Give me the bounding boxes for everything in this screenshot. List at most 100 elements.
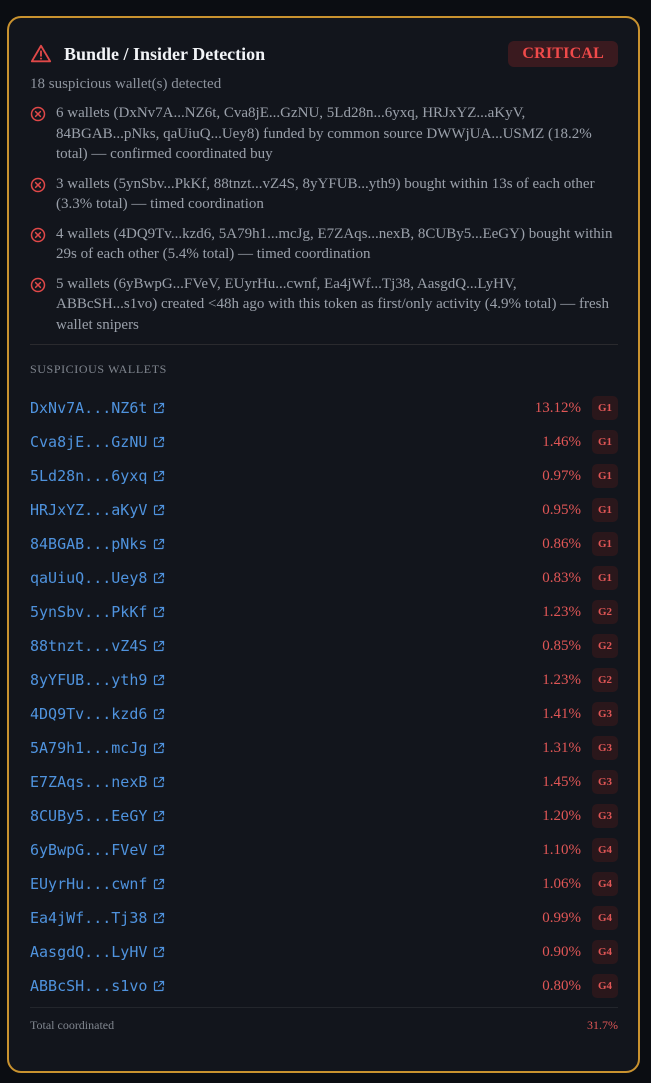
suspicious-count-summary: 18 suspicious wallet(s) detected: [30, 76, 222, 92]
wallet-left: 88tnzt...vZ4S: [30, 637, 542, 655]
wallet-percentage: 1.46%: [542, 433, 581, 450]
severity-badge: CRITICAL: [508, 41, 618, 67]
wallet-percentage: 1.23%: [542, 671, 581, 688]
wallet-address-link[interactable]: EUyrHu...cwnf: [30, 875, 147, 893]
x-circle-icon: [30, 106, 46, 122]
wallet-row: 8yYFUB...yth9 1.23% G2: [30, 663, 618, 697]
wallet-row: 5Ld28n...6yxq 0.97% G1: [30, 459, 618, 493]
wallet-group-badge: G4: [592, 838, 618, 862]
wallet-group-badge: G3: [592, 804, 618, 828]
external-link-icon[interactable]: [153, 538, 165, 550]
wallet-list: DxNv7A...NZ6t 13.12% G1 Cva8jE...GzNU 1.46% G…: [30, 391, 618, 1003]
external-link-icon[interactable]: [153, 470, 165, 482]
card-header: Bundle / Insider Detection CRITICAL: [30, 38, 618, 70]
wallet-group-badge: G1: [592, 430, 618, 454]
wallet-row: ABBcSH...s1vo 0.80% G4: [30, 969, 618, 1003]
wallet-row: E7ZAqs...nexB 1.45% G3: [30, 765, 618, 799]
wallet-address-link[interactable]: 6yBwpG...FVeV: [30, 841, 147, 859]
wallet-row: AasgdQ...LyHV 0.90% G4: [30, 935, 618, 969]
total-coordinated-label: Total coordinated: [30, 1017, 115, 1032]
wallet-group-badge: G3: [592, 736, 618, 760]
wallet-percentage: 1.31%: [542, 739, 581, 756]
header-left: Bundle / Insider Detection: [30, 43, 265, 65]
wallet-group-badge: G1: [592, 532, 618, 556]
wallet-left: E7ZAqs...nexB: [30, 773, 542, 791]
findings-list: 6 wallets (DxNv7A...NZ6t, Cva8jE...GzNU,…: [30, 103, 618, 335]
wallet-address-link[interactable]: qaUiuQ...Uey8: [30, 569, 147, 587]
wallet-percentage: 0.80%: [542, 977, 581, 994]
wallet-address-link[interactable]: 88tnzt...vZ4S: [30, 637, 147, 655]
external-link-icon[interactable]: [153, 606, 165, 618]
wallet-left: qaUiuQ...Uey8: [30, 569, 542, 587]
wallet-left: ABBcSH...s1vo: [30, 977, 542, 995]
wallet-group-badge: G4: [592, 940, 618, 964]
external-link-icon[interactable]: [153, 946, 165, 958]
wallet-left: 4DQ9Tv...kzd6: [30, 705, 542, 723]
external-link-icon[interactable]: [153, 436, 165, 448]
wallet-percentage: 13.12%: [534, 399, 581, 416]
wallet-left: Cva8jE...GzNU: [30, 433, 542, 451]
wallet-row: 8CUBy5...EeGY 1.20% G3: [30, 799, 618, 833]
external-link-icon[interactable]: [153, 980, 165, 992]
external-link-icon[interactable]: [153, 912, 165, 924]
warning-triangle-icon: [30, 44, 52, 63]
wallet-percentage: 0.99%: [542, 909, 581, 926]
wallet-row: Cva8jE...GzNU 1.46% G1: [30, 425, 618, 459]
suspicious-wallets-heading: SUSPICIOUS WALLETS: [30, 362, 167, 376]
wallet-group-badge: G2: [592, 600, 618, 624]
wallet-percentage: 0.95%: [542, 501, 581, 518]
wallet-address-link[interactable]: 8CUBy5...EeGY: [30, 807, 147, 825]
wallet-percentage: 1.41%: [542, 705, 581, 722]
finding-item: 3 wallets (5ynSbv...PkKf, 88tnzt...vZ4S,…: [30, 174, 618, 215]
wallet-address-link[interactable]: 4DQ9Tv...kzd6: [30, 705, 147, 723]
wallet-address-link[interactable]: 5Ld28n...6yxq: [30, 467, 147, 485]
wallet-left: 6yBwpG...FVeV: [30, 841, 542, 859]
external-link-icon[interactable]: [153, 640, 165, 652]
wallet-address-link[interactable]: ABBcSH...s1vo: [30, 977, 147, 995]
external-link-icon[interactable]: [153, 402, 165, 414]
wallet-row: EUyrHu...cwnf 1.06% G4: [30, 867, 618, 901]
wallet-left: AasgdQ...LyHV: [30, 943, 542, 961]
wallet-address-link[interactable]: E7ZAqs...nexB: [30, 773, 147, 791]
wallet-address-link[interactable]: DxNv7A...NZ6t: [30, 399, 147, 417]
wallet-address-link[interactable]: 5ynSbv...PkKf: [30, 603, 147, 621]
wallet-row: 4DQ9Tv...kzd6 1.41% G3: [30, 697, 618, 731]
wallet-group-badge: G4: [592, 974, 618, 998]
wallet-address-link[interactable]: HRJxYZ...aKyV: [30, 501, 147, 519]
wallet-group-badge: G1: [592, 396, 618, 420]
wallet-percentage: 0.85%: [542, 637, 581, 654]
wallet-group-badge: G4: [592, 906, 618, 930]
wallet-address-link[interactable]: AasgdQ...LyHV: [30, 943, 147, 961]
wallet-row: 6yBwpG...FVeV 1.10% G4: [30, 833, 618, 867]
external-link-icon[interactable]: [153, 810, 165, 822]
external-link-icon[interactable]: [153, 572, 165, 584]
wallet-percentage: 0.83%: [542, 569, 581, 586]
wallet-percentage: 0.86%: [542, 535, 581, 552]
wallet-percentage: 1.10%: [542, 841, 581, 858]
external-link-icon[interactable]: [153, 708, 165, 720]
external-link-icon[interactable]: [153, 776, 165, 788]
wallet-group-badge: G1: [592, 498, 618, 522]
wallet-group-badge: G1: [592, 464, 618, 488]
card-title: Bundle / Insider Detection: [64, 43, 266, 64]
external-link-icon[interactable]: [153, 742, 165, 754]
wallet-group-badge: G2: [592, 634, 618, 658]
wallet-group-badge: G3: [592, 702, 618, 726]
finding-text: 3 wallets (5ynSbv...PkKf, 88tnzt...vZ4S,…: [56, 175, 595, 213]
wallet-percentage: 1.23%: [542, 603, 581, 620]
external-link-icon[interactable]: [153, 844, 165, 856]
wallet-percentage: 0.90%: [542, 943, 581, 960]
external-link-icon[interactable]: [153, 504, 165, 516]
x-circle-icon: [30, 177, 46, 192]
wallet-address-link[interactable]: Ea4jWf...Tj38: [30, 909, 147, 927]
wallet-left: DxNv7A...NZ6t: [30, 399, 535, 417]
wallet-address-link[interactable]: Cva8jE...GzNU: [30, 433, 147, 451]
finding-text: 5 wallets (6yBwpG...FVeV, EUyrHu...cwnf,…: [56, 275, 609, 333]
wallet-left: 8CUBy5...EeGY: [30, 807, 542, 825]
wallet-address-link[interactable]: 84BGAB...pNks: [30, 535, 147, 553]
wallet-address-link[interactable]: 8yYFUB...yth9: [30, 671, 147, 689]
wallet-row: DxNv7A...NZ6t 13.12% G1: [30, 391, 618, 425]
wallet-address-link[interactable]: 5A79h1...mcJg: [30, 739, 147, 757]
external-link-icon[interactable]: [153, 674, 165, 686]
external-link-icon[interactable]: [153, 878, 165, 890]
